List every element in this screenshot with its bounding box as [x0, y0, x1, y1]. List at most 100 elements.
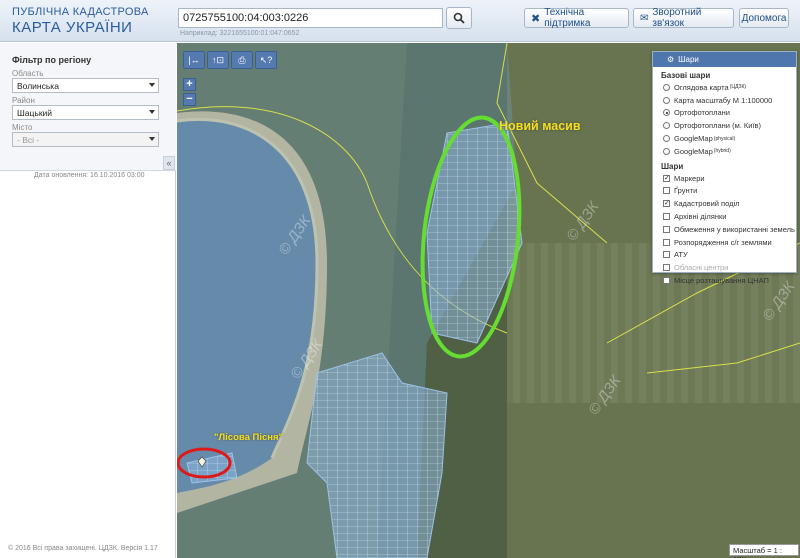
- cursor-question-icon: ↖?: [259, 54, 273, 65]
- checkbox[interactable]: ✓: [663, 200, 670, 208]
- search-button[interactable]: [446, 7, 472, 29]
- chevron-down-icon: [149, 137, 155, 141]
- base-layer-label: GoogleMap: [674, 134, 713, 144]
- overlay-layer-label: Обласні центри: [674, 263, 729, 273]
- print-icon: ⎙: [238, 54, 246, 65]
- oblast-select[interactable]: Волинська: [12, 78, 159, 93]
- base-layer-option[interactable]: Ортофотоплани: [653, 107, 796, 120]
- cadastral-search-input[interactable]: [178, 8, 443, 28]
- feedback-button[interactable]: ✉ Зворотний зв'язок: [633, 7, 734, 29]
- gear-icon: ⚙: [667, 55, 675, 64]
- region-filter: Фільтр по регіону Область Волинська Райо…: [0, 43, 176, 171]
- checkbox: [663, 264, 670, 272]
- layers-title: Шари: [678, 55, 699, 64]
- base-layer-sup: (ЦДЗК): [729, 84, 747, 91]
- zoom-out-button[interactable]: −: [183, 93, 196, 106]
- base-layer-option[interactable]: GoogleMap (hybrid): [653, 145, 796, 158]
- measure-distance-button[interactable]: |↔: [183, 51, 205, 69]
- overlay-layer-label: Місце розташування ЦНАП: [674, 276, 769, 286]
- misto-label: Місто: [12, 123, 33, 132]
- radio-button[interactable]: [663, 122, 670, 130]
- misto-select[interactable]: - Всі -: [12, 132, 159, 147]
- base-layer-option[interactable]: Карта масштабу М 1:100000: [653, 94, 796, 107]
- overlay-layer-label: Розпорядження с/г землями: [674, 237, 772, 247]
- checkbox[interactable]: ✓: [663, 174, 670, 182]
- tools-icon: ✖: [531, 12, 541, 25]
- radio-button[interactable]: [663, 109, 670, 117]
- chevron-down-icon: [149, 83, 155, 87]
- radio-button[interactable]: [663, 135, 670, 143]
- base-layer-label: Оглядова карта: [674, 82, 729, 92]
- overlay-layer-label: АТУ: [674, 250, 688, 260]
- radio-button[interactable]: [663, 83, 670, 91]
- search-icon: [453, 12, 465, 24]
- map-canvas[interactable]: © ДЗК © ДЗК © ДЗК © ДЗК © ДЗК |↔ ↑⊡ ⎙ ↖?…: [177, 43, 800, 558]
- raion-label: Район: [12, 96, 35, 105]
- overlay-layer-option[interactable]: Ґрунти: [653, 185, 796, 198]
- checkbox[interactable]: [663, 213, 670, 221]
- sidebar: Фільтр по регіону Область Волинська Райо…: [0, 43, 176, 558]
- help-button[interactable]: Допомога: [739, 8, 789, 28]
- checkbox[interactable]: [663, 277, 670, 285]
- base-layer-label: GoogleMap: [674, 146, 713, 156]
- envelope-icon: ✉: [640, 12, 649, 24]
- overlay-layer-option[interactable]: АТУ: [653, 249, 796, 262]
- map-scale: Масштаб = 1 : 17K: [729, 544, 799, 558]
- base-layer-sup: (physical): [713, 135, 736, 142]
- logo-line2: КАРТА УКРАЇНИ: [12, 19, 133, 36]
- checkbox[interactable]: [663, 225, 670, 233]
- oblast-label: Область: [12, 69, 44, 78]
- base-layers-title: Базові шари: [661, 71, 711, 80]
- base-layer-label: Карта масштабу М 1:100000: [674, 95, 773, 105]
- overlay-layer-label: Обмеження у використанні земель: [674, 224, 795, 234]
- support-button[interactable]: ✖ Технічна підтримка: [524, 7, 629, 29]
- print-button[interactable]: ⎙: [231, 51, 253, 69]
- new-massif-label: Новий масив: [499, 119, 581, 133]
- layers-header[interactable]: ⚙ Шари: [653, 52, 796, 67]
- layers-panel: ⚙ Шари Базові шари Оглядова карта (ЦДЗК) К…: [652, 51, 797, 285]
- zoom-in-button[interactable]: +: [183, 78, 196, 91]
- overlay-layer-option[interactable]: Розпорядження с/г землями: [653, 236, 796, 249]
- overlay-layer-option[interactable]: Архівні ділянки: [653, 210, 796, 223]
- header: ПУБЛІЧНА КАДАСТРОВА КАРТА УКРАЇНИ Наприк…: [0, 0, 800, 42]
- search-hint: Наприклад: 3221655100:01:047:0652: [180, 30, 300, 37]
- help-label: Допомога: [741, 12, 787, 24]
- raion-select[interactable]: Шацький: [12, 105, 159, 120]
- chevron-down-icon: [149, 110, 155, 114]
- lisova-pisnia-label: "Лісова Пісня": [214, 432, 284, 443]
- checkbox[interactable]: [663, 251, 670, 259]
- overlay-layer-option[interactable]: ✓ Маркери: [653, 172, 796, 185]
- overlay-layer-option[interactable]: Місце розташування ЦНАП: [653, 274, 796, 287]
- overlay-layers-title: Шари: [661, 161, 684, 171]
- overlay-layer-label: Кадастровий поділ: [674, 199, 740, 209]
- checkbox[interactable]: [663, 238, 670, 246]
- raion-value: Шацький: [17, 108, 53, 118]
- collapse-sidebar-button[interactable]: «: [163, 156, 175, 170]
- copyright: © 2016 Всі права захищені. ЦДЗК. Версія …: [8, 545, 158, 552]
- support-label: Технічна підтримка: [544, 7, 591, 29]
- base-layer-option[interactable]: Оглядова карта (ЦДЗК): [653, 81, 796, 94]
- identify-button[interactable]: ↖?: [255, 51, 277, 69]
- measure-area-button[interactable]: ↑⊡: [207, 51, 229, 69]
- base-layer-sup: (hybrid): [713, 148, 731, 155]
- logo-line1: ПУБЛІЧНА КАДАСТРОВА: [12, 6, 149, 18]
- site-logo[interactable]: ПУБЛІЧНА КАДАСТРОВА КАРТА УКРАЇНИ: [12, 6, 149, 36]
- filter-title: Фільтр по регіону: [12, 55, 92, 65]
- overlay-layer-label: Ґрунти: [674, 186, 698, 196]
- checkbox[interactable]: [663, 187, 670, 195]
- base-layer-option[interactable]: GoogleMap (physical): [653, 132, 796, 145]
- update-date: Дата оновлення: 16.10.2016 03:00: [34, 172, 145, 179]
- overlay-layer-option[interactable]: Обмеження у використанні земель: [653, 223, 796, 236]
- feedback-label: Зворотний зв'язок: [652, 7, 702, 29]
- base-layer-label: Ортофотоплани: [674, 108, 731, 118]
- overlay-layer-label: Маркери: [674, 173, 705, 183]
- overlay-layer-option[interactable]: ✓ Кадастровий поділ: [653, 197, 796, 210]
- base-layer-label: Ортофотоплани (м. Київ): [674, 121, 762, 131]
- overlay-layer-option: Обласні центри: [653, 261, 796, 274]
- oblast-value: Волинська: [17, 81, 59, 91]
- overlay-layer-label: Архівні ділянки: [674, 212, 727, 222]
- radio-button[interactable]: [663, 147, 670, 155]
- radio-button[interactable]: [663, 96, 670, 104]
- base-layer-option[interactable]: Ортофотоплани (м. Київ): [653, 119, 796, 132]
- misto-value: - Всі -: [17, 135, 40, 145]
